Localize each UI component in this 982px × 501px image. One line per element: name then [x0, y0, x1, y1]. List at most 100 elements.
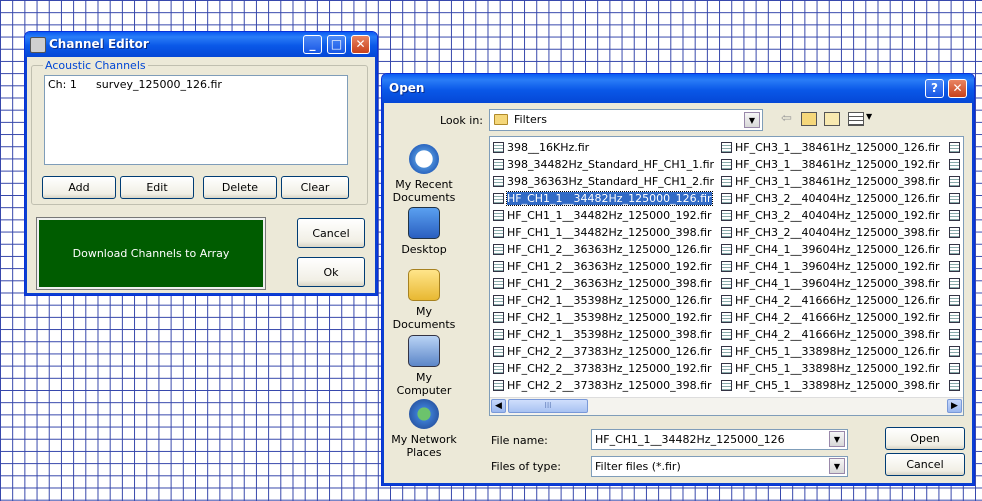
place-desktop[interactable]: Desktop: [388, 207, 460, 256]
channel-editor-titlebar[interactable]: Channel Editor _ □ ✕: [25, 32, 377, 57]
file-item-partial[interactable]: [949, 259, 963, 275]
fir-file-icon: [493, 142, 504, 153]
help-icon[interactable]: ?: [925, 79, 944, 98]
file-item-partial[interactable]: [949, 225, 963, 241]
file-name-text: HF_CH2_1__35398Hz_125000_126.fir: [507, 294, 712, 307]
file-item[interactable]: HF_CH4_1__39604Hz_125000_192.fir: [721, 259, 940, 275]
download-channels-button[interactable]: Download Channels to Array: [36, 217, 266, 290]
file-item[interactable]: HF_CH5_1__33898Hz_125000_192.fir: [721, 361, 940, 377]
file-item[interactable]: HF_CH1_1__34482Hz_125000_398.fir: [493, 225, 712, 241]
back-arrow-icon[interactable]: ⇦: [781, 111, 792, 126]
file-item[interactable]: HF_CH2_1__35398Hz_125000_192.fir: [493, 310, 712, 326]
file-item[interactable]: HF_CH2_1__35398Hz_125000_398.fir: [493, 327, 712, 343]
close-icon[interactable]: ✕: [351, 35, 370, 54]
chevron-down-icon[interactable]: ▼: [829, 458, 845, 474]
place-recent-documents[interactable]: My Recent Documents: [388, 144, 460, 204]
file-item-partial[interactable]: [949, 327, 963, 343]
chevron-down-icon[interactable]: ▼: [744, 112, 760, 128]
scroll-right-icon[interactable]: ▶: [947, 399, 962, 413]
file-item[interactable]: HF_CH3_2__40404Hz_125000_126.fir: [721, 191, 940, 207]
file-item[interactable]: HF_CH4_1__39604Hz_125000_398.fir: [721, 276, 940, 292]
fir-file-icon: [949, 210, 960, 221]
file-item[interactable]: HF_CH3_1__38461Hz_125000_398.fir: [721, 174, 940, 190]
up-folder-icon[interactable]: [801, 112, 817, 126]
fir-file-icon: [949, 346, 960, 357]
file-item-partial[interactable]: [949, 208, 963, 224]
file-name-text: HF_CH3_1__38461Hz_125000_398.fir: [735, 175, 940, 188]
file-item[interactable]: 398__16KHz.fir: [493, 140, 589, 156]
fir-file-icon: [493, 159, 504, 170]
file-item-partial[interactable]: [949, 344, 963, 360]
file-item[interactable]: HF_CH1_1__34482Hz_125000_192.fir: [493, 208, 712, 224]
view-menu-icon[interactable]: [848, 112, 864, 126]
file-item-partial[interactable]: [949, 157, 963, 173]
new-folder-icon[interactable]: [824, 112, 840, 126]
file-item[interactable]: 398_36363Hz_Standard_HF_CH1_2.fir: [493, 174, 714, 190]
file-name-text: HF_CH1_2__36363Hz_125000_126.fir: [507, 243, 712, 256]
file-item-partial[interactable]: [949, 174, 963, 190]
place-my-network-places[interactable]: My Network Places: [388, 399, 460, 459]
file-item[interactable]: HF_CH2_2__37383Hz_125000_398.fir: [493, 378, 712, 394]
file-item-partial[interactable]: [949, 378, 963, 394]
fir-file-icon: [493, 329, 504, 340]
file-item[interactable]: HF_CH2_2__37383Hz_125000_126.fir: [493, 344, 712, 360]
view-chevron-icon[interactable]: ▼: [866, 112, 872, 121]
file-item[interactable]: HF_CH4_2__41666Hz_125000_126.fir: [721, 293, 940, 309]
file-item[interactable]: HF_CH1_2__36363Hz_125000_126.fir: [493, 242, 712, 258]
file-item[interactable]: HF_CH1_2__36363Hz_125000_192.fir: [493, 259, 712, 275]
open-dialog-titlebar[interactable]: Open ? ✕: [382, 74, 974, 103]
file-list[interactable]: 398__16KHz.fir 398_34482Hz_Standard_HF_CH…: [489, 136, 964, 416]
fir-file-icon: [493, 176, 504, 187]
file-item-partial[interactable]: [949, 242, 963, 258]
file-item[interactable]: HF_CH4_2__41666Hz_125000_192.fir: [721, 310, 940, 326]
fir-file-icon: [949, 278, 960, 289]
file-item-partial[interactable]: [949, 276, 963, 292]
file-name-text: HF_CH2_1__35398Hz_125000_192.fir: [507, 311, 712, 324]
look-in-combo[interactable]: Filters ▼: [489, 109, 763, 131]
minimize-icon[interactable]: _: [303, 35, 322, 54]
file-type-combo[interactable]: Filter files (*.fir) ▼: [591, 456, 848, 477]
cancel-button[interactable]: Cancel: [885, 453, 965, 476]
file-item-partial[interactable]: [949, 361, 963, 377]
file-item[interactable]: HF_CH3_2__40404Hz_125000_398.fir: [721, 225, 940, 241]
fir-file-icon: [721, 346, 732, 357]
file-name-text: HF_CH5_1__33898Hz_125000_192.fir: [735, 362, 940, 375]
cancel-button[interactable]: Cancel: [297, 218, 365, 248]
file-item[interactable]: HF_CH1_1__34482Hz_125000_126.fir: [493, 191, 713, 207]
add-button[interactable]: Add: [42, 176, 116, 199]
file-item-partial[interactable]: [949, 191, 963, 207]
file-column-1: 398__16KHz.fir 398_34482Hz_Standard_HF_CH…: [493, 140, 718, 396]
file-item[interactable]: 398_34482Hz_Standard_HF_CH1_1.fir: [493, 157, 714, 173]
file-name-text: HF_CH2_2__37383Hz_125000_126.fir: [507, 345, 712, 358]
file-item[interactable]: HF_CH3_1__38461Hz_125000_126.fir: [721, 140, 940, 156]
edit-button[interactable]: Edit: [120, 176, 194, 199]
file-item[interactable]: HF_CH4_1__39604Hz_125000_126.fir: [721, 242, 940, 258]
scroll-left-icon[interactable]: ◀: [491, 399, 506, 413]
file-item-partial[interactable]: [949, 140, 963, 156]
file-name-combo[interactable]: HF_CH1_1__34482Hz_125000_126 ▼: [591, 429, 848, 450]
delete-button[interactable]: Delete: [203, 176, 277, 199]
open-button[interactable]: Open: [885, 427, 965, 450]
file-item-partial[interactable]: [949, 293, 963, 309]
scroll-thumb[interactable]: III: [508, 399, 588, 413]
file-item[interactable]: HF_CH3_2__40404Hz_125000_192.fir: [721, 208, 940, 224]
file-item[interactable]: HF_CH3_1__38461Hz_125000_192.fir: [721, 157, 940, 173]
file-item[interactable]: HF_CH5_1__33898Hz_125000_398.fir: [721, 378, 940, 394]
channel-list[interactable]: Ch: 1 survey_125000_126.fir: [44, 75, 348, 165]
file-item[interactable]: HF_CH2_2__37383Hz_125000_192.fir: [493, 361, 712, 377]
place-my-computer[interactable]: My Computer: [388, 335, 460, 397]
place-my-documents[interactable]: My Documents: [388, 269, 460, 331]
file-name-text: HF_CH4_1__39604Hz_125000_192.fir: [735, 260, 940, 273]
maximize-icon[interactable]: □: [327, 35, 346, 54]
file-item[interactable]: HF_CH5_1__33898Hz_125000_126.fir: [721, 344, 940, 360]
file-item[interactable]: HF_CH4_2__41666Hz_125000_398.fir: [721, 327, 940, 343]
file-name-text: HF_CH4_1__39604Hz_125000_398.fir: [735, 277, 940, 290]
horizontal-scrollbar[interactable]: ◀ III ▶: [490, 397, 963, 415]
clear-button[interactable]: Clear: [281, 176, 349, 199]
file-item[interactable]: HF_CH2_1__35398Hz_125000_126.fir: [493, 293, 712, 309]
ok-button[interactable]: Ok: [297, 257, 365, 287]
file-item[interactable]: HF_CH1_2__36363Hz_125000_398.fir: [493, 276, 712, 292]
close-icon[interactable]: ✕: [948, 79, 967, 98]
chevron-down-icon[interactable]: ▼: [829, 431, 845, 447]
file-item-partial[interactable]: [949, 310, 963, 326]
